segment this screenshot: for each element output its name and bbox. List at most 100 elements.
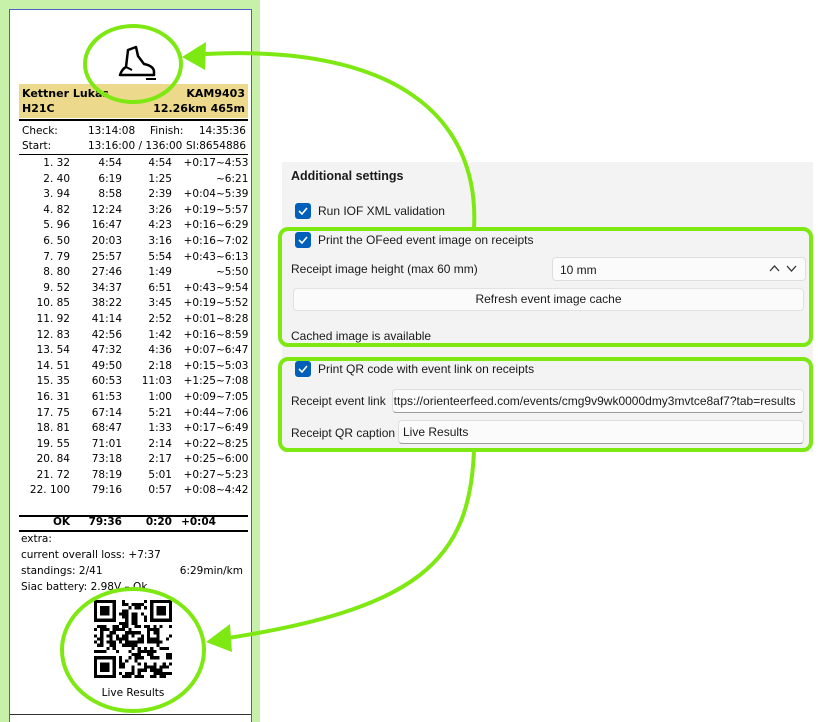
- split-leg: 1:42: [148, 328, 172, 341]
- split-loss: +0:15: [183, 359, 216, 372]
- iof-validation-checkbox[interactable]: [295, 203, 311, 219]
- category: H21C: [22, 102, 55, 115]
- split-leg: 1:49: [148, 266, 172, 279]
- split-time: 71:01: [91, 437, 122, 450]
- split-leg: 11:03: [141, 375, 172, 388]
- split-control: 5. 96: [43, 219, 70, 232]
- event-link-input[interactable]: https://orienteerfeed.com/events/cmg9v9w…: [392, 389, 804, 413]
- split-row: 6. 50 20:03 3:16 +0:16 ~7:02: [10, 234, 253, 250]
- split-leg: 1:33: [148, 422, 172, 435]
- split-pace: ~7:08: [216, 375, 249, 388]
- split-loss: +1:25: [183, 375, 216, 388]
- split-control: 10. 85: [36, 297, 70, 310]
- receipt-preview: Kettner Lukas KAM9403 H21C 12.26km 465m …: [9, 9, 252, 722]
- print-image-checkbox[interactable]: [295, 232, 311, 248]
- split-leg: 3:26: [148, 203, 172, 216]
- pace: 6:29min/km: [179, 565, 243, 577]
- qr-caption-label: Receipt QR caption: [291, 426, 396, 440]
- extra-info: extra: current overall loss: +7:37 stand…: [21, 533, 249, 597]
- split-control: 7. 79: [43, 250, 70, 263]
- split-time: 20:03: [91, 234, 122, 247]
- battery: Siac battery: 2.98V – Ok: [21, 581, 148, 593]
- split-loss: +0:43: [183, 250, 216, 263]
- split-pace: ~6:21: [216, 172, 249, 185]
- split-loss: +0:22: [183, 437, 216, 450]
- split-row: 8. 80 27:46 1:49 ~5:50: [10, 265, 253, 281]
- split-loss: +0:19: [183, 297, 216, 310]
- split-control: 19. 55: [36, 437, 70, 450]
- split-loss: +0:01: [183, 312, 216, 325]
- split-row: 2. 40 6:19 1:25 ~6:21: [10, 172, 253, 188]
- split-pace: ~6:00: [216, 453, 249, 466]
- split-leg: 2:18: [148, 359, 172, 372]
- split-control: 11. 92: [36, 312, 70, 325]
- split-control: 17. 75: [36, 406, 70, 419]
- split-row: 18. 81 68:47 1:33 +0:17 ~6:49: [10, 421, 253, 437]
- qr-caption: Live Results: [101, 687, 165, 699]
- split-time: 78:19: [91, 468, 122, 481]
- check-time: 13:14:08: [88, 125, 136, 137]
- split-pace: ~6:13: [216, 250, 249, 263]
- split-leg: 4:23: [148, 219, 172, 232]
- split-pace: ~6:29: [216, 219, 249, 232]
- split-row: 5. 96 16:47 4:23 +0:16 ~6:29: [10, 218, 253, 234]
- split-row: 7. 79 25:57 5:54 +0:43 ~6:13: [10, 250, 253, 266]
- image-height-label: Receipt image height (max 60 mm): [291, 262, 478, 276]
- split-time: 61:53: [91, 390, 122, 403]
- split-time: 47:32: [91, 344, 122, 357]
- divider: [19, 154, 248, 155]
- cache-status: Cached image is available: [291, 329, 432, 343]
- split-row: 13. 54 47:32 4:36 +0:07 ~6:47: [10, 343, 253, 359]
- split-pace: ~7:05: [216, 390, 249, 403]
- split-row: 14. 51 49:50 2:18 +0:15 ~5:03: [10, 359, 253, 375]
- split-row: 11. 92 41:14 2:52 +0:01 ~8:28: [10, 312, 253, 328]
- qr-code-icon: [94, 600, 172, 678]
- check-finish-row: Check: 13:14:08 Finish: 14:35:36: [22, 125, 246, 138]
- total-loss: +0:04: [181, 516, 216, 528]
- split-loss: +0:08: [183, 484, 216, 497]
- total-row: OK 79:36 0:20 +0:04: [10, 516, 253, 530]
- check-label: Check:: [22, 125, 58, 137]
- split-leg: 3:45: [148, 297, 172, 310]
- print-qr-checkbox[interactable]: [295, 361, 311, 377]
- split-time: 38:22: [91, 297, 122, 310]
- split-leg: 5:54: [148, 250, 172, 263]
- image-height-spinbox[interactable]: 10 mm: [552, 257, 806, 281]
- split-leg: 1:25: [148, 172, 172, 185]
- split-pace: ~4:53: [216, 157, 249, 169]
- split-loss: +0:17: [183, 157, 216, 169]
- refresh-image-cache-button[interactable]: Refresh event image cache: [293, 288, 804, 311]
- split-control: 20. 84: [36, 453, 70, 466]
- checkbox-checked-icon: [298, 236, 308, 245]
- image-height-value: 10 mm: [560, 263, 597, 277]
- qr-caption-input[interactable]: Live Results: [398, 420, 804, 444]
- shoe-icon: [118, 45, 156, 80]
- split-time: 4:54: [98, 157, 122, 169]
- chevron-up-icon[interactable]: [769, 263, 780, 274]
- iof-validation-label: Run IOF XML validation: [318, 204, 445, 218]
- split-leg: 3:16: [148, 234, 172, 247]
- split-control: 13. 54: [36, 344, 70, 357]
- split-time: 79:16: [91, 484, 122, 497]
- split-leg: 2:39: [148, 188, 172, 201]
- receipt-preview-frame: Kettner Lukas KAM9403 H21C 12.26km 465m …: [0, 0, 260, 722]
- split-time: 60:53: [91, 375, 122, 388]
- split-control: 6. 50: [43, 234, 70, 247]
- split-time: 49:50: [91, 359, 122, 372]
- split-pace: ~8:59: [216, 328, 249, 341]
- split-control: 18. 81: [36, 422, 70, 435]
- runner-header: Kettner Lukas KAM9403 H21C 12.26km 465m: [19, 84, 248, 118]
- split-loss: +0:27: [183, 468, 216, 481]
- course-info: 12.26km 465m: [153, 102, 245, 115]
- split-pace: ~8:28: [216, 312, 249, 325]
- split-time: 12:24: [91, 203, 122, 216]
- split-row: 9. 52 34:37 6:51 +0:43 ~9:54: [10, 281, 253, 297]
- split-time: 41:14: [91, 312, 122, 325]
- split-row: 15. 35 60:53 11:03 +1:25 ~7:08: [10, 374, 253, 390]
- total-leg: 0:20: [145, 516, 172, 528]
- total-time: 79:36: [88, 516, 122, 528]
- finish-time: 14:35:36: [198, 125, 246, 137]
- split-leg: 4:36: [148, 344, 172, 357]
- chevron-down-icon[interactable]: [786, 263, 797, 274]
- split-row: 4. 82 12:24 3:26 +0:19 ~5:57: [10, 203, 253, 219]
